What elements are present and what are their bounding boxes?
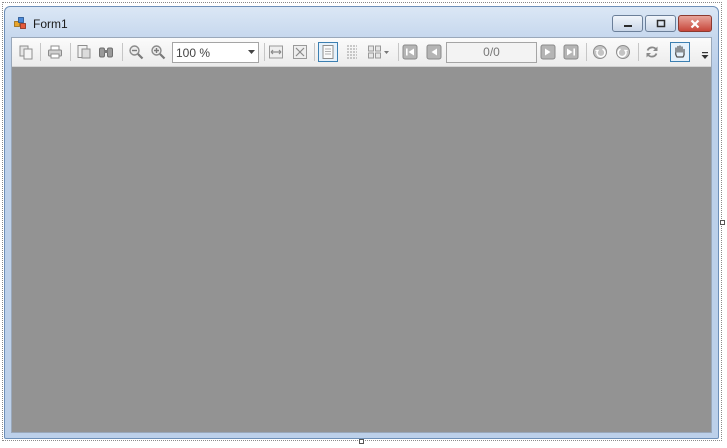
- window-title: Form1: [33, 17, 68, 31]
- toolbar-separator: [264, 43, 265, 61]
- resize-handle-bottom[interactable]: [359, 439, 364, 444]
- previous-page-button[interactable]: [424, 42, 444, 62]
- minimize-icon: [623, 24, 632, 27]
- maximize-icon: [656, 19, 665, 28]
- page-width-button[interactable]: [266, 42, 286, 62]
- page-counter-textbox[interactable]: 0/0: [446, 42, 537, 63]
- hand-tool-icon: [675, 45, 685, 58]
- whole-page-button[interactable]: [290, 42, 310, 62]
- minimize-button[interactable]: [612, 15, 643, 32]
- title-bar[interactable]: Form1: [5, 7, 718, 37]
- last-page-icon: [563, 44, 579, 60]
- zoom-combobox[interactable]: 100 %: [172, 42, 259, 63]
- back-button[interactable]: [590, 42, 610, 62]
- continuous-page-icon: [347, 45, 357, 59]
- find-icon: [99, 47, 113, 58]
- caption-buttons: [610, 15, 712, 33]
- zoom-out-icon: [129, 45, 144, 60]
- maximize-button[interactable]: [645, 15, 676, 32]
- previous-page-icon: [426, 44, 442, 60]
- resize-handle-right[interactable]: [720, 220, 725, 225]
- next-page-icon: [540, 44, 556, 60]
- app-icon: [14, 17, 26, 29]
- first-page-button[interactable]: [400, 42, 420, 62]
- close-button[interactable]: [678, 15, 712, 32]
- toolbar-separator: [70, 43, 71, 61]
- zoom-out-button[interactable]: [126, 42, 146, 62]
- form-window: Form1 100 % 0/0: [4, 6, 719, 439]
- toolbar-overflow-icon[interactable]: [701, 52, 709, 60]
- page-setup-icon: [77, 45, 91, 59]
- toolbar-separator: [40, 43, 41, 61]
- next-page-button[interactable]: [538, 42, 558, 62]
- find-button[interactable]: [96, 42, 116, 62]
- page-setup-button[interactable]: [74, 42, 94, 62]
- hand-tool-button[interactable]: [670, 42, 690, 62]
- report-viewer-toolbar: 100 % 0/0: [12, 38, 711, 67]
- forward-button[interactable]: [613, 42, 633, 62]
- toolbar-separator: [314, 43, 315, 61]
- form-client-area: 100 % 0/0: [11, 37, 712, 433]
- toolbar-separator: [586, 43, 587, 61]
- toolbar-separator: [122, 43, 123, 61]
- print-button[interactable]: [45, 42, 65, 62]
- single-page-icon: [322, 45, 334, 59]
- zoom-in-icon: [151, 45, 166, 60]
- first-page-icon: [402, 44, 418, 60]
- toolbar-separator: [398, 43, 399, 61]
- back-icon: [593, 45, 607, 59]
- zoom-value: 100 %: [176, 46, 211, 60]
- last-page-button[interactable]: [561, 42, 581, 62]
- forward-icon: [616, 45, 630, 59]
- multipage-icon: [368, 45, 389, 59]
- whole-page-icon: [293, 45, 307, 59]
- copy-icon: [19, 45, 33, 60]
- zoom-in-button[interactable]: [148, 42, 168, 62]
- refresh-icon: [646, 46, 658, 58]
- continuous-page-button[interactable]: [342, 42, 362, 62]
- close-icon: [690, 19, 700, 28]
- multipage-dropdown[interactable]: [366, 42, 392, 62]
- copy-button[interactable]: [16, 42, 36, 62]
- print-icon: [48, 45, 62, 59]
- chevron-down-icon: [248, 50, 255, 54]
- toolbar-separator: [638, 43, 639, 61]
- report-viewport[interactable]: [12, 67, 711, 432]
- refresh-button[interactable]: [642, 42, 662, 62]
- page-width-icon: [269, 45, 283, 59]
- single-page-button[interactable]: [318, 42, 338, 62]
